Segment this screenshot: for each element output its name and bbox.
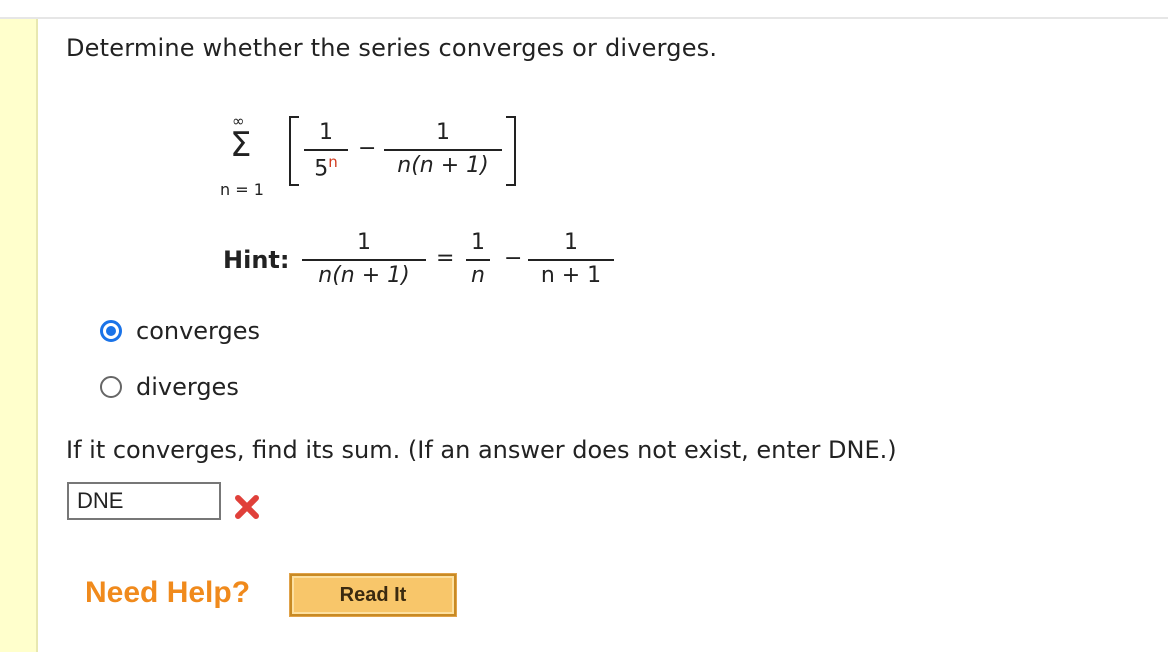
incorrect-x-icon [235, 495, 259, 519]
term1-denominator: 5n [304, 153, 348, 181]
option-converges[interactable]: converges [100, 317, 260, 345]
option-diverges-label[interactable]: diverges [136, 373, 239, 401]
left-bracket [289, 116, 299, 186]
radio-converges[interactable] [100, 320, 122, 342]
hint-lhs-denominator: n(n + 1) [318, 263, 410, 288]
hint-r2-bar [528, 259, 614, 261]
hint-r2-denominator: n + 1 [540, 263, 602, 288]
hint-r1-fraction: 1 n [466, 230, 490, 288]
term2-numerator: 1 [436, 120, 450, 145]
term1-exponent: n [328, 153, 338, 171]
hint-lhs-fraction: 1 n(n + 1) [302, 230, 426, 288]
option-converges-label[interactable]: converges [136, 317, 260, 345]
series-minus-sign: − [358, 136, 377, 161]
hint-equals: = [436, 246, 455, 271]
hint-lhs-numerator: 1 [357, 230, 371, 255]
term2-denominator: n(n + 1) [397, 153, 489, 178]
answer-input[interactable] [67, 482, 221, 520]
hint-r2-numerator: 1 [564, 230, 578, 255]
radio-diverges[interactable] [100, 376, 122, 398]
top-divider [0, 17, 1168, 19]
question-text: Determine whether the series converges o… [66, 34, 718, 62]
term1-numerator: 1 [319, 120, 333, 145]
option-diverges[interactable]: diverges [100, 373, 239, 401]
term1-fraction: 1 5n [304, 120, 348, 181]
hint-label: Hint: [223, 246, 290, 274]
term1-base: 5 [314, 156, 329, 182]
hint-lhs-bar [302, 259, 426, 261]
hint-r2-fraction: 1 n + 1 [528, 230, 614, 288]
sum-prompt: If it converges, find its sum. (If an an… [66, 436, 897, 464]
hint-r1-numerator: 1 [471, 230, 485, 255]
question-margin-bar [0, 19, 38, 652]
hint-r1-denominator: n [471, 263, 485, 288]
term2-fraction: 1 n(n + 1) [384, 120, 502, 178]
term2-fraction-bar [384, 149, 502, 151]
term1-fraction-bar [304, 149, 348, 151]
sum-symbol: Σ [230, 125, 252, 165]
sum-lower-limit: n = 1 [220, 180, 264, 199]
need-help-label: Need Help? [85, 576, 251, 609]
read-it-button[interactable]: Read It [289, 573, 457, 617]
hint-r1-bar [466, 259, 490, 261]
hint-minus: − [504, 246, 523, 271]
right-bracket [506, 116, 516, 186]
